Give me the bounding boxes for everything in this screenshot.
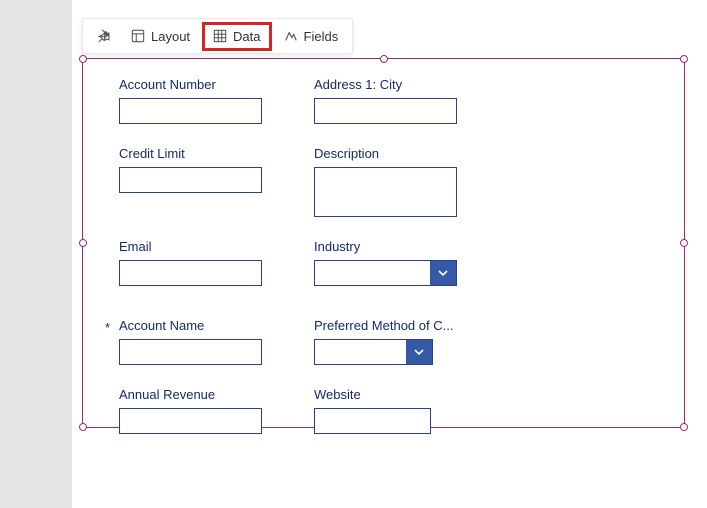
input-email[interactable] (119, 260, 262, 286)
label-industry: Industry (314, 239, 469, 254)
label-annual-revenue: Annual Revenue (119, 387, 274, 402)
required-marker: * (105, 320, 110, 335)
resize-handle-tr[interactable] (680, 55, 688, 63)
field-description: Description (314, 146, 469, 217)
dropdown-button-preferred-method[interactable] (406, 340, 432, 364)
label-account-number: Account Number (119, 77, 274, 92)
chevron-down-icon (413, 346, 425, 358)
select-preferred-method[interactable] (314, 339, 433, 365)
input-account-name[interactable] (119, 339, 262, 365)
floating-toolbar: Layout Data Fields (82, 18, 353, 54)
field-account-name: * Account Name (119, 318, 274, 365)
resize-handle-tl[interactable] (79, 55, 87, 63)
resize-handle-br[interactable] (680, 423, 688, 431)
label-description: Description (314, 146, 469, 161)
chevron-down-icon (437, 267, 449, 279)
input-website[interactable] (314, 408, 431, 434)
input-address1-city[interactable] (314, 98, 457, 124)
resize-handle-l[interactable] (79, 239, 87, 247)
input-account-number[interactable] (119, 98, 262, 124)
label-website: Website (314, 387, 469, 402)
input-annual-revenue[interactable] (119, 408, 262, 434)
label-account-name: Account Name (119, 318, 274, 333)
field-address1-city: Address 1: City (314, 77, 469, 124)
row-spacer (119, 308, 660, 318)
input-credit-limit[interactable] (119, 167, 262, 193)
field-email: Email (119, 239, 274, 286)
select-industry[interactable] (314, 260, 457, 286)
editor-canvas: Layout Data Fields Account Number (72, 0, 707, 508)
label-credit-limit: Credit Limit (119, 146, 274, 161)
label-email: Email (119, 239, 274, 254)
layout-tab[interactable]: Layout (123, 25, 198, 48)
pin-icon (97, 29, 111, 43)
field-industry: Industry (314, 239, 469, 286)
resize-handle-bl[interactable] (79, 423, 87, 431)
resize-handle-t[interactable] (380, 55, 388, 63)
layout-icon (131, 29, 145, 43)
label-address1-city: Address 1: City (314, 77, 469, 92)
pin-button[interactable] (89, 25, 119, 47)
dropdown-button-industry[interactable] (430, 261, 456, 285)
fields-icon (284, 29, 298, 43)
resize-handle-r[interactable] (680, 239, 688, 247)
data-tab-label: Data (233, 29, 260, 44)
label-preferred-method: Preferred Method of C... (314, 318, 469, 333)
field-account-number: Account Number (119, 77, 274, 124)
form-selection[interactable]: Account Number Address 1: City Credit Li… (82, 58, 685, 428)
input-description[interactable] (314, 167, 457, 217)
form-area: Account Number Address 1: City Credit Li… (83, 59, 684, 466)
field-website: Website (314, 387, 469, 434)
field-credit-limit: Credit Limit (119, 146, 274, 217)
field-preferred-method: Preferred Method of C... (314, 318, 469, 365)
fields-tab[interactable]: Fields (276, 25, 347, 48)
data-tab[interactable]: Data (202, 22, 271, 51)
fields-tab-label: Fields (304, 29, 339, 44)
field-annual-revenue: Annual Revenue (119, 387, 274, 434)
layout-tab-label: Layout (151, 29, 190, 44)
grid-icon (213, 29, 227, 43)
